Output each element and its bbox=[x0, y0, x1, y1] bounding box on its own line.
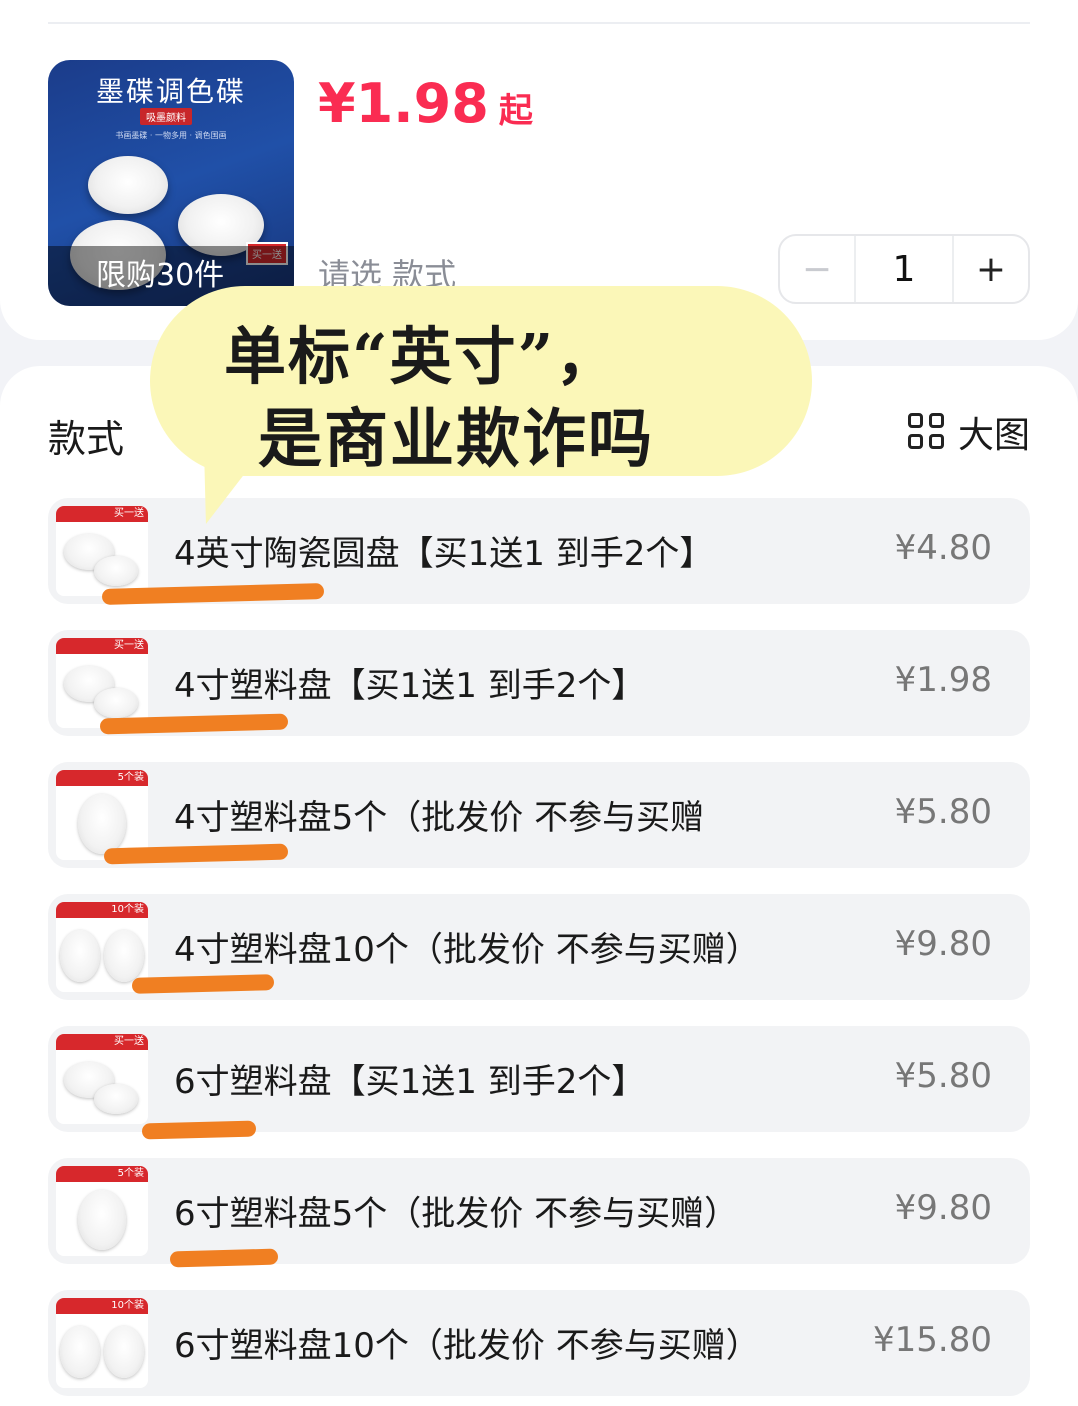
option-badge: 5个装 bbox=[56, 770, 148, 786]
option-thumbnail: 买一送 bbox=[56, 1034, 148, 1124]
price-suffix: 起 bbox=[498, 91, 533, 131]
divider bbox=[48, 22, 1030, 24]
plate-image bbox=[60, 1326, 100, 1378]
option-thumbnail: 买一送 bbox=[56, 638, 148, 728]
option-price: ¥5.80 bbox=[894, 792, 992, 832]
option-thumbnail: 5个装 bbox=[56, 770, 148, 860]
plate-image bbox=[88, 156, 168, 214]
option-label: 4寸塑料盘10个（批发价 不参与买赠） bbox=[174, 930, 760, 970]
quantity-field[interactable]: 1 bbox=[854, 236, 954, 302]
plate-image bbox=[78, 1190, 126, 1250]
option-thumbnail: 10个装 bbox=[56, 1298, 148, 1388]
option-label: 4寸塑料盘5个（批发价 不参与买赠 bbox=[174, 798, 705, 838]
increase-button[interactable]: + bbox=[954, 236, 1028, 302]
option-price: ¥15.80 bbox=[873, 1320, 992, 1360]
plate-image bbox=[94, 1084, 138, 1114]
section-title: 款式 bbox=[48, 417, 125, 461]
annotation-underline bbox=[141, 1120, 257, 1140]
option-badge: 买一送 bbox=[56, 506, 148, 522]
annotation-underline bbox=[169, 1248, 279, 1268]
annotation-line-2: 是商业欺诈吗 bbox=[258, 402, 654, 477]
option-label: 4寸塑料盘【买1送1 到手2个】 bbox=[174, 666, 646, 706]
plate-image bbox=[94, 556, 138, 586]
option-price: ¥1.98 bbox=[894, 660, 992, 700]
plate-image bbox=[60, 930, 100, 982]
option-label: 6寸塑料盘10个（批发价 不参与买赠） bbox=[174, 1326, 760, 1366]
large-image-label: 大图 bbox=[957, 415, 1030, 456]
quantity-stepper: − 1 + bbox=[778, 234, 1030, 304]
option-label: 4英寸陶瓷圆盘【买1送1 到手2个】 bbox=[174, 534, 714, 574]
option-item[interactable]: 5个装 6寸塑料盘5个（批发价 不参与买赠） ¥9.80 bbox=[48, 1158, 1030, 1264]
thumb-title: 墨碟调色碟 bbox=[95, 75, 246, 108]
option-price: ¥9.80 bbox=[894, 1188, 992, 1228]
decrease-button[interactable]: − bbox=[780, 236, 854, 302]
option-badge: 5个装 bbox=[56, 1166, 148, 1182]
option-item[interactable]: 买一送 6寸塑料盘【买1送1 到手2个】 ¥5.80 bbox=[48, 1026, 1030, 1132]
option-label: 6寸塑料盘【买1送1 到手2个】 bbox=[174, 1062, 646, 1102]
option-badge: 10个装 bbox=[56, 1298, 148, 1314]
plate-image bbox=[104, 1326, 144, 1378]
option-thumbnail: 5个装 bbox=[56, 1166, 148, 1256]
thumb-tag: 吸墨颜料 bbox=[140, 108, 192, 125]
annotation-line-1: 单标“英寸”， bbox=[224, 320, 620, 393]
option-label: 6寸塑料盘5个（批发价 不参与买赠） bbox=[174, 1194, 739, 1234]
option-badge: 10个装 bbox=[56, 902, 148, 918]
option-badge: 买一送 bbox=[56, 638, 148, 654]
option-badge: 买一送 bbox=[56, 1034, 148, 1050]
thumb-subtitle: 书画墨碟 · 一物多用 · 调色国画 bbox=[115, 131, 227, 140]
grid-icon bbox=[907, 413, 946, 451]
plate-image bbox=[78, 794, 126, 854]
option-price: ¥4.80 bbox=[894, 528, 992, 568]
large-image-toggle[interactable]: 大图 bbox=[907, 406, 1030, 458]
option-price: ¥5.80 bbox=[894, 1056, 992, 1096]
option-item[interactable]: 10个装 6寸塑料盘10个（批发价 不参与买赠） ¥15.80 bbox=[48, 1290, 1030, 1396]
plate-image bbox=[94, 688, 138, 718]
price-display: ¥1.98 起 bbox=[318, 72, 533, 135]
plate-image bbox=[104, 930, 144, 982]
option-price: ¥9.80 bbox=[894, 924, 992, 964]
option-thumbnail: 买一送 bbox=[56, 506, 148, 596]
price-value: ¥1.98 bbox=[318, 72, 489, 135]
product-thumbnail[interactable]: 墨碟调色碟 吸墨颜料 书画墨碟 · 一物多用 · 调色国画 买一送 限购30件 bbox=[48, 60, 294, 306]
